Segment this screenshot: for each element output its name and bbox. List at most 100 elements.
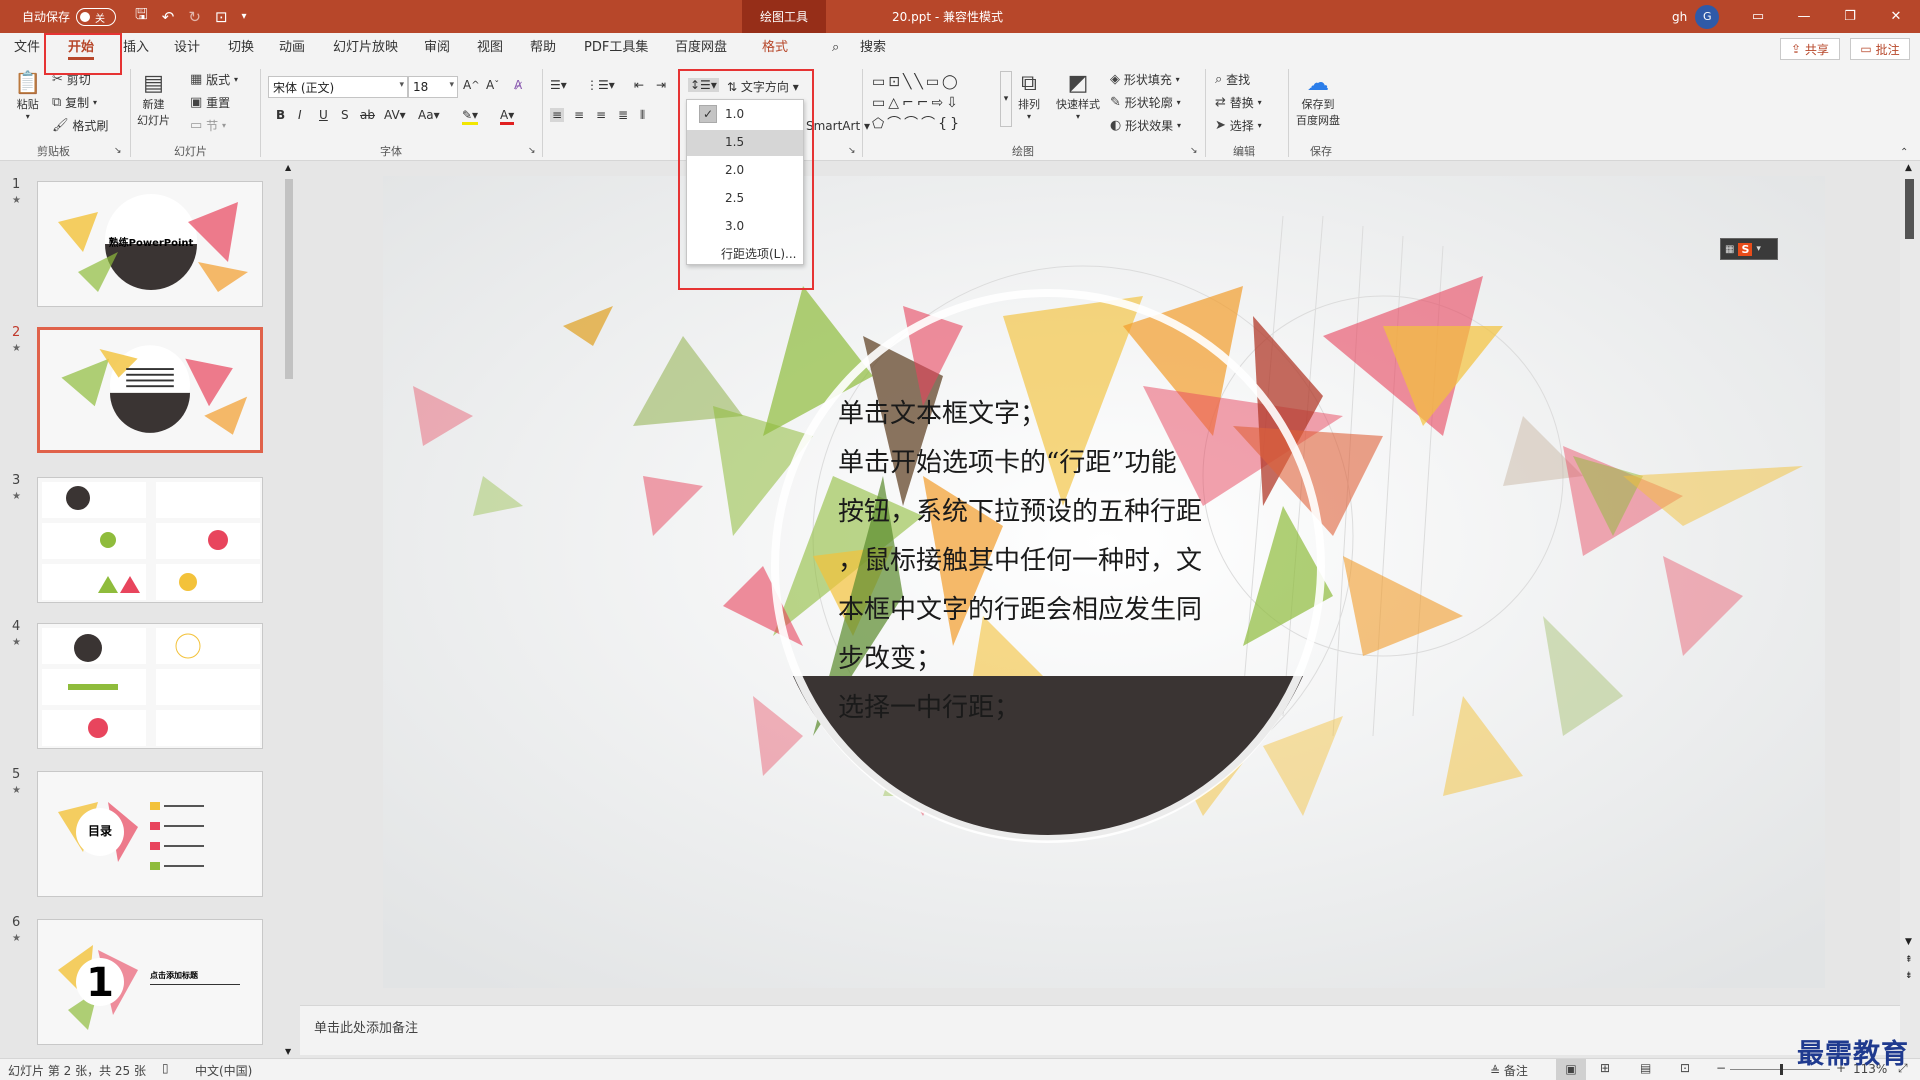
font-dialog-launcher-icon[interactable]: ↘ (528, 146, 536, 156)
avatar[interactable]: G (1695, 4, 1720, 29)
tab-insert[interactable]: 插入 (123, 33, 149, 63)
shrink-font-icon[interactable]: Aˇ (486, 78, 499, 92)
tab-format[interactable]: 格式 (762, 33, 788, 63)
language-status[interactable]: 中文(中国) (195, 1062, 252, 1079)
normal-view-icon[interactable]: ▣ (1556, 1059, 1586, 1080)
font-color-icon[interactable]: A▾ (500, 108, 515, 125)
increase-indent-icon[interactable]: ⇥ (656, 78, 666, 92)
tab-transitions[interactable]: 切换 (228, 33, 254, 63)
select-button[interactable]: ➤ 选择 ▾ (1215, 117, 1262, 134)
italic-icon[interactable]: I (298, 108, 302, 122)
strikethrough-icon[interactable]: ab (360, 108, 375, 122)
slide-sorter-icon[interactable]: ⊞ (1600, 1061, 1610, 1075)
grow-font-icon[interactable]: A ^ (463, 78, 480, 92)
dialog-launcher-icon[interactable]: ↘ (114, 146, 122, 156)
tab-file[interactable]: 文件 (14, 33, 40, 63)
clear-format-icon[interactable]: A̷ (514, 78, 522, 92)
layout-button[interactable]: ▦ 版式 ▾ (190, 71, 238, 88)
reading-view-icon[interactable]: ▤ (1640, 1061, 1651, 1075)
notes-pane[interactable]: 单击此处添加备注 (300, 1005, 1900, 1055)
slide-thumbnail-4[interactable] (37, 623, 263, 749)
section-button[interactable]: ▭ 节 ▾ (190, 117, 226, 134)
save-to-netdisk-button[interactable]: ☁ 保存到 百度网盘 (1296, 71, 1340, 128)
paste-button[interactable]: 📋 粘贴 ▾ (14, 71, 41, 121)
collapse-ribbon-icon[interactable]: ⌃ (1900, 147, 1908, 158)
shape-effects-button[interactable]: ◐ 形状效果 ▾ (1110, 117, 1181, 134)
justify-icon[interactable]: ≣ (618, 108, 628, 122)
replace-button[interactable]: ⇄ 替换 ▾ (1215, 94, 1262, 111)
customize-qat-icon[interactable]: ▾ (242, 11, 247, 22)
numbering-icon[interactable]: ⋮☰▾ (586, 78, 615, 92)
underline-icon[interactable]: U (319, 108, 328, 122)
shape-outline-button[interactable]: ✎ 形状轮廓 ▾ (1110, 94, 1181, 111)
search-label[interactable]: 搜索 (860, 33, 886, 63)
tab-help[interactable]: 帮助 (530, 33, 556, 63)
font-size-combo[interactable]: 18 ▾ (408, 76, 458, 98)
slide-thumbnail-6[interactable]: 1 点击添加标题 (37, 919, 263, 1045)
tab-view[interactable]: 视图 (477, 33, 503, 63)
editor-scroll-thumb[interactable] (1905, 179, 1914, 239)
thumbnail-scroll-thumb[interactable] (285, 179, 293, 379)
slide-canvas[interactable]: 单击文本框文字； 单击开始选项卡的“行距”功能 按钮，系统下拉预设的五种行距 ，… (383, 176, 1825, 988)
autosave-toggle[interactable]: 关 (76, 7, 117, 26)
ime-toolbar[interactable]: ▦ S ▾ (1720, 238, 1778, 260)
new-slide-button[interactable]: ▤ 新建 幻灯片 (137, 71, 170, 128)
columns-icon[interactable]: ⫴ (640, 108, 645, 123)
share-button[interactable]: ⇪ 共享 (1780, 38, 1840, 60)
slideshow-view-icon[interactable]: ⊡ (1680, 1061, 1690, 1075)
thumbnail-scrollbar[interactable]: ▲ ▼ (282, 161, 296, 1058)
search-icon[interactable]: ⌕ (832, 33, 839, 63)
tab-animations[interactable]: 动画 (279, 33, 305, 63)
svg-text:点击添加标题: 点击添加标题 (150, 970, 199, 980)
tab-pdf-tools[interactable]: PDF工具集 (584, 33, 648, 63)
shapes-gallery[interactable]: ▭⊡╲╲▭◯ ▭△⌐⌐⇨⇩ ⬠⌒⌒⌒{} (872, 71, 1002, 135)
highlight-icon[interactable]: ✎▾ (462, 108, 479, 125)
paragraph-dialog-launcher-icon[interactable]: ↘ (848, 146, 856, 156)
shadow-icon[interactable]: S (341, 108, 349, 122)
bold-icon[interactable]: B (276, 108, 285, 122)
char-spacing-icon[interactable]: AV▾ (384, 108, 406, 122)
decrease-indent-icon[interactable]: ⇤ (634, 78, 644, 92)
present-icon[interactable]: ⊡ (215, 8, 228, 26)
smartart-button[interactable]: SmartArt ▾ (806, 119, 870, 133)
save-icon[interactable]: 🖫 (135, 4, 148, 29)
tab-review[interactable]: 审阅 (424, 33, 450, 63)
tab-baidu-netdisk[interactable]: 百度网盘 (675, 33, 727, 63)
slide-thumbnail-2[interactable] (37, 327, 263, 453)
format-painter-button[interactable]: 🖌 格式刷 (52, 117, 108, 134)
tab-design[interactable]: 设计 (174, 33, 200, 63)
font-name-combo[interactable]: 宋体 (正文) ▾ (268, 76, 408, 98)
slide-thumbnail-3[interactable] (37, 477, 263, 603)
slide-thumbnail-1[interactable]: 熟练PowerPoint (37, 181, 263, 307)
redo-icon[interactable]: ↻ (188, 8, 201, 26)
notes-toggle[interactable]: ≜ 备注 (1490, 1062, 1528, 1079)
align-center-icon[interactable]: ≡ (574, 108, 584, 122)
shape-fill-button[interactable]: ◈ 形状填充 ▾ (1110, 71, 1180, 88)
user-name[interactable]: gh (1672, 10, 1687, 24)
editor-scrollbar[interactable]: ▲ ▼ ⇞ ⇟ (1900, 161, 1920, 1058)
bullets-icon[interactable]: ☰▾ (550, 78, 567, 92)
zoom-out-icon[interactable]: − (1716, 1061, 1726, 1075)
accessibility-icon[interactable]: ▯ (162, 1061, 169, 1075)
copy-button[interactable]: ⧉ 复制 ▾ (52, 94, 97, 111)
undo-icon[interactable]: ↶ (162, 8, 175, 26)
slide-thumbnail-5[interactable]: 目录 (37, 771, 263, 897)
minimize-icon[interactable]: — (1781, 9, 1827, 24)
restore-icon[interactable]: ❐ (1827, 9, 1873, 24)
zoom-slider-thumb[interactable] (1780, 1064, 1783, 1075)
ribbon-display-icon[interactable]: ▭ (1735, 9, 1781, 24)
quick-styles-button[interactable]: ◩ 快速样式 ▾ (1056, 71, 1100, 121)
change-case-icon[interactable]: Aa▾ (418, 108, 440, 122)
align-left-icon[interactable]: ≡ (550, 108, 565, 122)
tab-slideshow[interactable]: 幻灯片放映 (333, 33, 398, 63)
align-right-icon[interactable]: ≡ (596, 108, 606, 122)
reset-button[interactable]: ▣ 重置 (190, 94, 230, 111)
arrange-button[interactable]: ⧉ 排列 ▾ (1018, 71, 1040, 121)
comments-button[interactable]: ▭ 批注 (1850, 38, 1910, 60)
slide-textbox[interactable]: 单击文本框文字； 单击开始选项卡的“行距”功能 按钮，系统下拉预设的五种行距 ，… (838, 390, 1258, 733)
find-button[interactable]: ⌕ 查找 (1215, 71, 1250, 88)
status-bar: 幻灯片 第 2 张，共 25 张 ▯ 中文(中国) ≜ 备注 ▣ ⊞ ▤ ⊡ −… (0, 1058, 1920, 1080)
close-icon[interactable]: ✕ (1873, 9, 1919, 24)
drawing-dialog-launcher-icon[interactable]: ↘ (1190, 146, 1198, 156)
shapes-scroll[interactable]: ▾ (1000, 71, 1012, 127)
